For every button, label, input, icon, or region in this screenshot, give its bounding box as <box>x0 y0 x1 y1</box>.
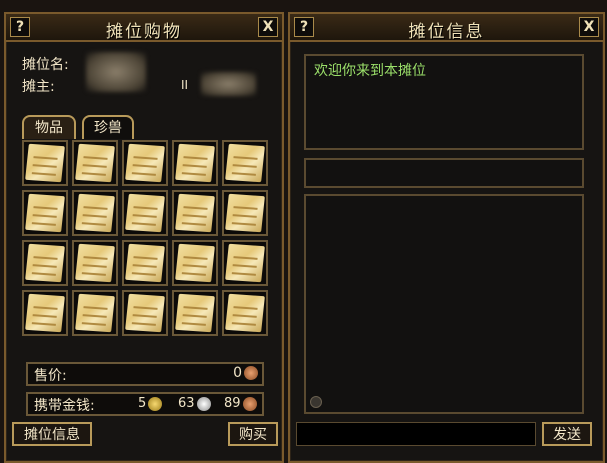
price-value: 0 <box>233 365 258 381</box>
scroll-icon <box>225 243 265 283</box>
close-button[interactable]: X <box>258 17 278 37</box>
scroll-icon <box>25 243 65 283</box>
item-slot[interactable] <box>22 140 68 186</box>
item-slot[interactable] <box>72 290 118 336</box>
scroll-icon <box>25 193 65 233</box>
scroll-icon <box>225 143 265 183</box>
silver-value: 63 <box>178 396 195 411</box>
stall-message-box: 欢迎你来到本摊位 <box>304 54 584 150</box>
stall-name-redacted <box>86 52 146 92</box>
scroll-icon <box>175 193 215 233</box>
stall-title-bar <box>304 158 584 188</box>
item-slot[interactable] <box>122 240 168 286</box>
chat-input[interactable] <box>296 422 536 446</box>
item-slot[interactable] <box>72 140 118 186</box>
copper-coin-icon <box>242 396 257 411</box>
owner-suffix: II <box>181 78 189 92</box>
item-slot[interactable] <box>122 290 168 336</box>
stall-info-button[interactable]: 摊位信息 <box>12 422 92 446</box>
item-slot[interactable] <box>172 140 218 186</box>
item-slot[interactable] <box>222 190 268 236</box>
scroll-icon <box>125 143 165 183</box>
scroll-icon <box>125 243 165 283</box>
item-slot[interactable] <box>22 190 68 236</box>
copper-value: 89 <box>224 396 241 411</box>
item-slot[interactable] <box>122 140 168 186</box>
carry-money-row: 携带金钱: 5 63 89 <box>26 392 264 416</box>
stall-shop-title: 摊位购物 <box>106 22 182 42</box>
scroll-icon <box>175 143 215 183</box>
scroll-icon <box>75 193 115 233</box>
stall-shop-panel: ? 摊位购物 X 摊位名: 摊主: II 物品 珍兽 售价: 0 携带金钱: 5… <box>4 12 284 463</box>
stall-info-title: 摊位信息 <box>408 22 485 42</box>
send-button[interactable]: 发送 <box>542 422 592 446</box>
owner-label: 摊主: <box>22 79 55 95</box>
gold-amount: 5 <box>138 396 163 411</box>
scroll-icon <box>25 293 65 333</box>
item-slot[interactable] <box>22 290 68 336</box>
item-slot[interactable] <box>222 140 268 186</box>
scroll-knob-icon[interactable] <box>310 396 322 408</box>
item-slot[interactable] <box>172 290 218 336</box>
tab-items[interactable]: 物品 <box>22 115 76 139</box>
item-slot[interactable] <box>122 190 168 236</box>
price-label: 售价: <box>34 368 67 384</box>
tab-pets[interactable]: 珍兽 <box>82 115 134 139</box>
copper-coin-icon <box>244 366 258 380</box>
owner-redacted <box>201 72 256 96</box>
item-slot[interactable] <box>72 240 118 286</box>
item-slot[interactable] <box>22 240 68 286</box>
price-amount: 0 <box>233 365 242 381</box>
item-grid <box>22 140 278 344</box>
buy-button[interactable]: 购买 <box>228 422 278 446</box>
scroll-icon <box>125 293 165 333</box>
scroll-icon <box>75 143 115 183</box>
item-slot[interactable] <box>172 190 218 236</box>
silver-amount: 63 <box>178 396 211 411</box>
copper-amount: 89 <box>224 396 257 411</box>
item-slot[interactable] <box>172 240 218 286</box>
scroll-icon <box>75 243 115 283</box>
item-slot[interactable] <box>222 290 268 336</box>
chat-log-box <box>304 194 584 414</box>
stall-name-label: 摊位名: <box>22 57 69 73</box>
close-button[interactable]: X <box>579 17 599 37</box>
silver-coin-icon <box>196 396 211 411</box>
scroll-icon <box>225 193 265 233</box>
gold-coin-icon <box>148 396 163 411</box>
stall-shop-titlebar: ? 摊位购物 X <box>6 14 282 42</box>
scroll-icon <box>175 243 215 283</box>
scroll-icon <box>25 143 65 183</box>
item-slot[interactable] <box>72 190 118 236</box>
scroll-icon <box>225 293 265 333</box>
scroll-icon <box>175 293 215 333</box>
carry-money-label: 携带金钱: <box>34 398 95 414</box>
stall-info-panel: ? 摊位信息 X 欢迎你来到本摊位 发送 <box>288 12 605 463</box>
gold-value: 5 <box>138 396 147 411</box>
item-slot[interactable] <box>222 240 268 286</box>
scroll-icon <box>125 193 165 233</box>
stall-info-titlebar: ? 摊位信息 X <box>290 14 603 42</box>
welcome-message: 欢迎你来到本摊位 <box>314 63 426 79</box>
scroll-icon <box>75 293 115 333</box>
price-row: 售价: 0 <box>26 362 264 386</box>
